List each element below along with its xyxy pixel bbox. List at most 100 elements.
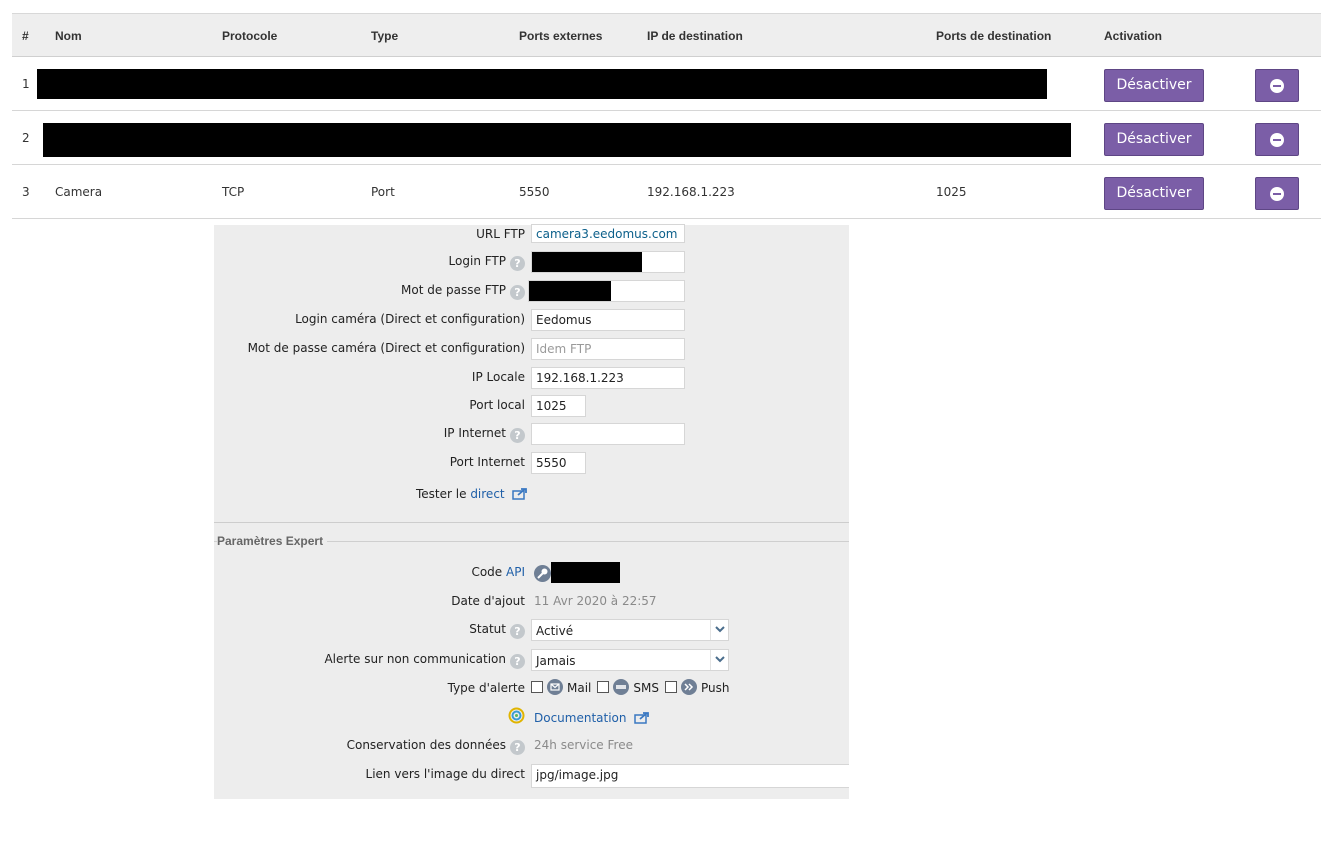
rule-name: Camera [55,185,103,199]
api-link[interactable]: API [506,565,525,579]
delete-rule-button[interactable] [1255,177,1299,210]
chevron-down-icon[interactable] [710,650,728,670]
delete-rule-button[interactable] [1255,69,1299,102]
redacted-block [532,252,642,272]
rule-dest-ports: 1025 [936,185,967,199]
login-camera-label: Login caméra (Direct et configuration) [295,312,525,326]
row-number: 2 [22,131,30,145]
url-ftp-label: URL FTP [476,227,525,241]
login-ftp-field[interactable] [531,251,685,273]
col-dest-ports[interactable]: Ports de destination [936,29,1051,43]
col-ext-ports[interactable]: Ports externes [519,29,602,43]
help-icon[interactable]: ? [510,624,525,639]
ip-local-label: IP Locale [471,370,525,384]
data-retention-label: Conservation des données [346,738,506,752]
data-retention-value: 24h service Free [534,738,633,752]
section-divider [214,522,849,523]
deactivate-button[interactable]: Désactiver [1104,177,1204,210]
ip-local-field[interactable]: 192.168.1.223 [531,367,685,389]
help-icon[interactable]: ? [510,285,525,300]
table-row: 2 Désactiver [12,111,1321,165]
port-local-label: Port local [469,398,525,412]
help-icon[interactable]: ? [510,256,525,271]
test-direct-row: Tester le direct [214,484,849,506]
login-camera-field[interactable]: Eedomus [531,309,685,331]
direct-link[interactable]: direct [470,487,504,501]
help-icon[interactable]: ? [510,654,525,669]
password-camera-row: Mot de passe caméra (Direct et configura… [214,338,849,360]
help-icon[interactable]: ? [510,740,525,755]
col-dest-ip[interactable]: IP de destination [647,29,743,43]
alert-noncomm-select[interactable]: Jamais [531,649,729,671]
alert-noncomm-value: Jamais [536,654,576,668]
api-code-label: Code [471,565,503,579]
ip-local-row: IP Locale 192.168.1.223 [214,367,849,389]
help-icon[interactable]: ? [510,428,525,443]
port-local-row: Port local 1025 [214,395,849,417]
col-type[interactable]: Type [371,29,398,43]
password-ftp-field[interactable] [528,280,685,302]
alert-type-group: Mail SMS Push [531,679,735,695]
col-name[interactable]: Nom [55,29,82,43]
row-number: 3 [22,185,30,199]
mail-icon [547,679,563,695]
port-internet-field[interactable]: 5550 [531,452,586,474]
ip-internet-field[interactable] [531,423,685,445]
col-num: # [22,29,29,43]
minus-icon [1270,187,1284,201]
minus-icon [1270,133,1284,147]
redacted-block [529,281,611,301]
external-link-icon[interactable] [634,711,650,727]
documentation-icon [508,707,525,724]
date-added-row: Date d'ajout 11 Avr 2020 à 22:57 [214,591,849,613]
test-direct-label: Tester le [416,487,467,501]
mail-checkbox[interactable] [531,681,543,693]
live-image-link-field[interactable]: jpg/image.jpg [531,764,849,788]
table-header: # Nom Protocole Type Ports externes IP d… [12,13,1321,57]
key-icon[interactable] [534,565,551,582]
alert-noncomm-label: Alerte sur non communication [324,652,506,666]
redacted-block [43,123,1071,157]
port-internet-row: Port Internet 5550 [214,452,849,474]
url-ftp-row: URL FTP camera3.eedomus.com [214,224,849,246]
url-ftp-field[interactable]: camera3.eedomus.com [531,224,685,243]
rule-type: Port [371,185,395,199]
table-row: 3 Camera TCP Port 5550 192.168.1.223 102… [12,165,1321,219]
rule-dest-ip: 192.168.1.223 [647,185,735,199]
api-code-row: Code API [214,562,849,584]
col-activation: Activation [1104,29,1163,43]
ip-internet-label: IP Internet [443,426,506,440]
nat-table: # Nom Protocole Type Ports externes IP d… [12,13,1321,219]
camera-settings-panel: URL FTP camera3.eedomus.com Login FTP? M… [214,224,849,799]
redacted-block [37,69,1047,99]
status-select[interactable]: Activé [531,619,729,641]
port-internet-label: Port Internet [449,455,525,469]
alert-type-row: Type d'alerte Mail SMS Push [214,678,849,700]
login-camera-row: Login caméra (Direct et configuration) E… [214,309,849,331]
password-ftp-label: Mot de passe FTP [401,283,506,297]
status-label: Statut [469,622,506,636]
delete-rule-button[interactable] [1255,123,1299,156]
port-local-field[interactable]: 1025 [531,395,586,417]
deactivate-button[interactable]: Désactiver [1104,123,1204,156]
login-ftp-label: Login FTP [448,254,506,268]
push-checkbox[interactable] [664,681,677,693]
password-camera-field[interactable]: Idem FTP [531,338,685,360]
push-icon [680,679,697,695]
table-row: 1 Désactiver [12,57,1321,111]
password-camera-label: Mot de passe caméra (Direct et configura… [247,341,525,355]
sms-checkbox[interactable] [597,681,610,693]
col-protocol[interactable]: Protocole [222,29,277,43]
date-added-label: Date d'ajout [451,594,525,608]
live-image-link-label: Lien vers l'image du direct [365,767,525,781]
status-value: Activé [536,624,574,638]
deactivate-button[interactable]: Désactiver [1104,69,1204,102]
data-retention-row: Conservation des données? 24h service Fr… [214,735,849,757]
date-added-value: 11 Avr 2020 à 22:57 [534,594,657,608]
live-image-link-row: Lien vers l'image du direct jpg/image.jp… [214,764,849,788]
redacted-block [551,562,620,583]
external-link-icon[interactable] [512,487,528,503]
chevron-down-icon[interactable] [710,620,728,640]
row-number: 1 [22,77,30,91]
documentation-link[interactable]: Documentation [534,711,627,725]
